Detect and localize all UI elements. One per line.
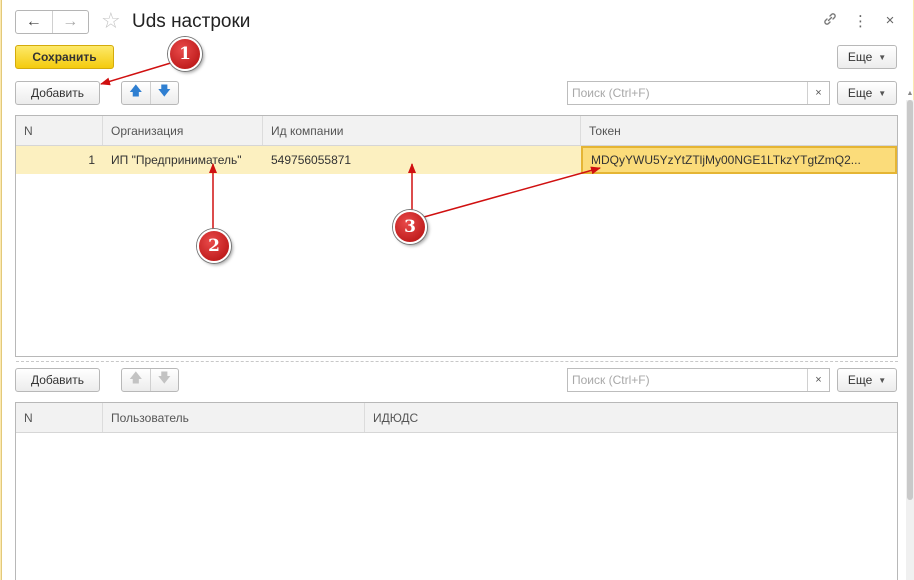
cell-company-id[interactable]: 549756055871	[263, 146, 581, 174]
move-up-icon: 🡅	[129, 370, 143, 385]
window-controls: ⋮ ×	[823, 12, 897, 30]
search-input[interactable]: Поиск (Ctrl+F)	[568, 86, 807, 100]
link-icon[interactable]	[823, 12, 837, 30]
save-button[interactable]: Сохранить	[15, 45, 114, 69]
cell-token[interactable]: MDQyYWU5YzYtZTljMy00NGE1LTkzYTgtZmQ2...	[581, 146, 897, 174]
more-label: Еще	[847, 50, 873, 64]
more-button-users[interactable]: Еще ▼	[837, 368, 897, 392]
table-header: N Пользователь ИДЮДС	[16, 403, 897, 433]
more-menu-icon[interactable]: ⋮	[853, 12, 868, 30]
clear-icon[interactable]: ×	[807, 369, 829, 391]
cell-organization[interactable]: ИП "Предприниматель"	[103, 146, 263, 174]
back-arrow-icon[interactable]: ←	[16, 11, 52, 33]
settings-window: ← → ☆ Uds настроки ⋮ × Сохранить Еще ▼ До…	[1, 0, 914, 580]
move-down-icon[interactable]: 🡇	[149, 82, 179, 104]
more-label: Еще	[847, 86, 873, 100]
annotation-badge-2: 2	[197, 229, 231, 263]
column-organization[interactable]: Организация	[103, 116, 263, 145]
column-company-id[interactable]: Ид компании	[263, 116, 581, 145]
page-title: Uds настроки	[132, 11, 251, 32]
users-table: N Пользователь ИДЮДС	[15, 402, 898, 580]
close-icon[interactable]: ×	[883, 12, 897, 30]
vertical-scrollbar[interactable]: ▲	[906, 90, 914, 580]
move-up-icon[interactable]: 🡅	[122, 82, 150, 104]
move-down-icon: 🡇	[149, 369, 179, 391]
more-button-top[interactable]: Еще ▼	[837, 45, 897, 69]
add-user-button[interactable]: Добавить	[15, 368, 100, 392]
add-button[interactable]: Добавить	[15, 81, 100, 105]
settings-table: N Организация Ид компании Токен 1 ИП "Пр…	[15, 115, 898, 357]
navigation-group: ← →	[15, 10, 89, 34]
annotation-badge-1: 1	[168, 37, 202, 71]
annotation-badge-3: 3	[393, 210, 427, 244]
search-input[interactable]: Поиск (Ctrl+F)	[568, 373, 807, 387]
column-user[interactable]: Пользователь	[103, 403, 365, 432]
column-iduds[interactable]: ИДЮДС	[365, 403, 897, 432]
column-token[interactable]: Токен	[581, 116, 897, 145]
section-splitter[interactable]	[16, 361, 898, 362]
table-header: N Организация Ид компании Токен	[16, 116, 897, 146]
token-value: MDQyYWU5YzYtZTljMy00NGE1LTkzYTgtZmQ2...	[591, 153, 861, 167]
search-field[interactable]: Поиск (Ctrl+F) ×	[567, 81, 830, 105]
more-label: Еще	[847, 373, 873, 387]
move-buttons-group-disabled: 🡅 🡇	[121, 368, 179, 392]
caret-down-icon: ▼	[878, 375, 887, 385]
favorite-star-icon[interactable]: ☆	[101, 9, 121, 33]
scrollbar-thumb[interactable]	[907, 100, 913, 500]
column-n[interactable]: N	[16, 116, 103, 145]
more-button-table[interactable]: Еще ▼	[837, 81, 897, 105]
column-n[interactable]: N	[16, 403, 103, 432]
clear-icon[interactable]: ×	[807, 82, 829, 104]
move-buttons-group: 🡅 🡇	[121, 81, 179, 105]
cell-n[interactable]: 1	[16, 146, 103, 174]
table-row[interactable]: 1 ИП "Предприниматель" 549756055871 MDQy…	[16, 146, 897, 174]
window-header: ← → ☆ Uds настроки ⋮ ×	[2, 0, 913, 42]
forward-arrow-icon[interactable]: →	[51, 11, 89, 33]
scroll-up-icon[interactable]: ▲	[906, 90, 914, 100]
caret-down-icon: ▼	[878, 52, 887, 62]
search-field-users[interactable]: Поиск (Ctrl+F) ×	[567, 368, 830, 392]
caret-down-icon: ▼	[878, 88, 887, 98]
